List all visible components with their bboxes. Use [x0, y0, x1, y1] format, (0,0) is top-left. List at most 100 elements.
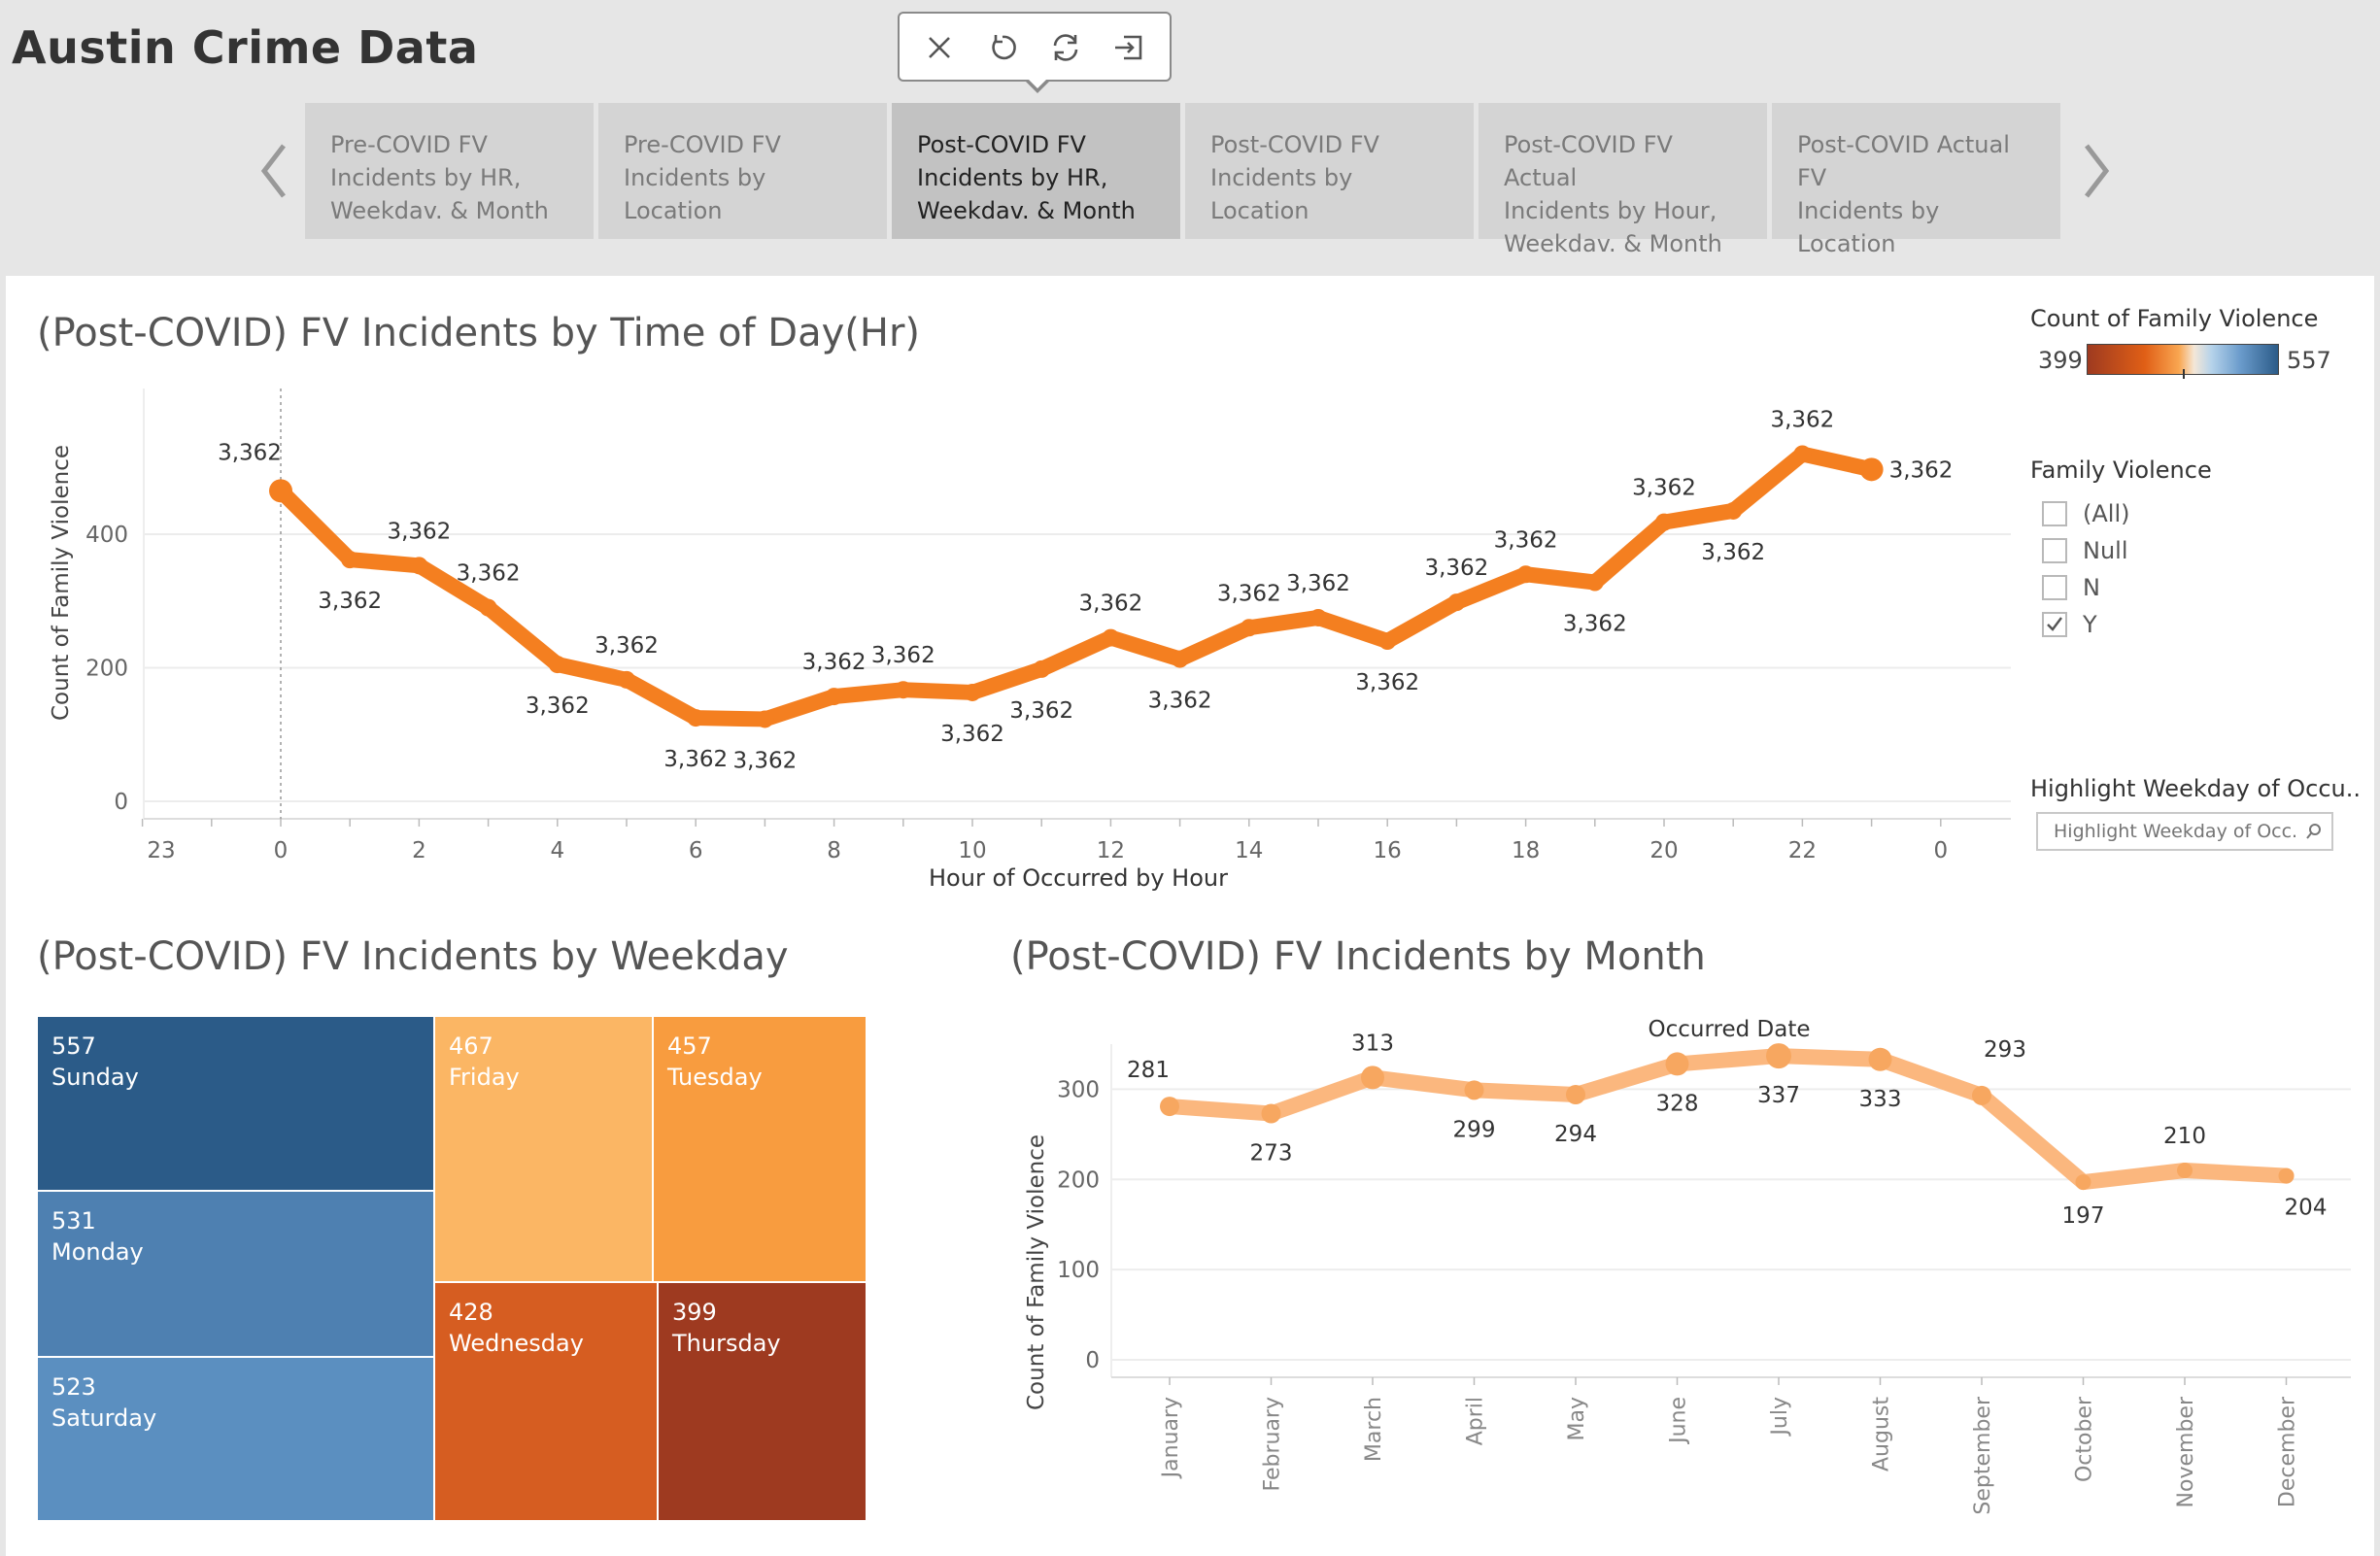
- prev-tab-arrow-icon[interactable]: [255, 140, 293, 202]
- hour-data-point: [1516, 565, 1535, 584]
- treemap-cell-saturday[interactable]: 523 Saturday: [37, 1357, 434, 1521]
- treemap-cell-thursday[interactable]: 399 Thursday: [658, 1282, 867, 1521]
- hour-data-point: [825, 688, 843, 706]
- month-data-label: 337: [1757, 1083, 1800, 1108]
- tab-pre-covid-location[interactable]: Pre-COVID FV Incidents by Location: [598, 103, 887, 239]
- color-legend-max: 557: [2287, 347, 2331, 374]
- filter-option-n[interactable]: N: [2042, 571, 2100, 604]
- hour-line-chart[interactable]: Count of Family Violence Hour of Occurre…: [0, 369, 2030, 913]
- treemap-cell-value: 457: [667, 1032, 712, 1060]
- filter-option-y[interactable]: Y: [2042, 608, 2097, 641]
- month-data-label: 299: [1453, 1117, 1496, 1142]
- next-tab-arrow-icon[interactable]: [2077, 140, 2116, 202]
- month-data-point: [1972, 1085, 1991, 1105]
- month-data-point: [1766, 1043, 1791, 1069]
- treemap-cell-friday[interactable]: 467 Friday: [434, 1016, 653, 1282]
- hour-data-point: [410, 557, 428, 575]
- hour-data-point: [1793, 445, 1812, 463]
- exit-button[interactable]: [1108, 27, 1149, 68]
- month-data-label: 293: [1984, 1037, 2026, 1063]
- tab-post-covid-hr[interactable]: Post-COVID FV Incidents by HR, Weekdav. …: [892, 103, 1180, 239]
- month-data-label: 273: [1250, 1141, 1293, 1167]
- tab-label-line: Incidents by HR,: [330, 164, 522, 191]
- month-data-label: 294: [1554, 1122, 1597, 1147]
- tab-label-line: Post-COVID FV: [1210, 131, 1379, 158]
- hour-data-point: [1378, 632, 1397, 650]
- month-data-label: 210: [2163, 1124, 2206, 1149]
- hour-y-tick: 0: [114, 790, 128, 815]
- hour-y-tick: 400: [85, 523, 128, 548]
- tab-label-line: Post-COVID FV: [917, 131, 1086, 158]
- hour-data-label: 3,362: [1217, 581, 1281, 606]
- hour-data-point: [1859, 457, 1884, 482]
- hour-x-tick: 8: [827, 838, 841, 863]
- hour-data-point: [756, 710, 774, 728]
- treemap-cell-monday[interactable]: 531 Monday: [37, 1191, 434, 1357]
- treemap-cell-value: 523: [51, 1373, 96, 1401]
- hour-data-label: 3,362: [526, 693, 590, 719]
- undo-button[interactable]: [982, 27, 1023, 68]
- close-button[interactable]: [919, 27, 960, 68]
- month-data-label: 328: [1656, 1091, 1699, 1116]
- month-y-tick: 0: [1085, 1348, 1100, 1373]
- tab-label-line: Incidents by HR,: [917, 164, 1108, 191]
- filter-option-null[interactable]: Null: [2042, 534, 2128, 567]
- filter-option-all[interactable]: (All): [2042, 497, 2129, 530]
- weekday-treemap[interactable]: 557 Sunday 531 Monday 523 Saturday 467 Friday 45…: [37, 1016, 867, 1521]
- color-legend-marker: [2183, 369, 2185, 379]
- treemap-cell-label: Tuesday: [667, 1064, 763, 1091]
- hour-data-label: 3,362: [1889, 457, 1954, 483]
- treemap-cell-tuesday[interactable]: 457 Tuesday: [653, 1016, 867, 1282]
- tab-label-line: Incidents by Location: [1797, 197, 1940, 257]
- close-icon: [929, 37, 950, 58]
- highlight-search-input[interactable]: [2036, 812, 2333, 851]
- treemap-cell-sunday[interactable]: 557 Sunday: [37, 1016, 434, 1191]
- tab-post-covid-actual-hr[interactable]: Post-COVID FV Actual Incidents by Hour, …: [1479, 103, 1767, 257]
- month-line-chart[interactable]: Occurred Date Count of Family Violence 0…: [1010, 1010, 2370, 1554]
- hour-data-point: [1102, 628, 1120, 647]
- hour-data-label: 3,362: [1009, 698, 1073, 724]
- month-data-point: [2177, 1163, 2193, 1178]
- hour-data-point: [479, 598, 497, 617]
- month-data-point: [1868, 1047, 1892, 1071]
- hour-y-axis-label: Count of Family Violence: [49, 445, 74, 721]
- checkbox[interactable]: [2042, 501, 2067, 526]
- hour-data-label: 3,362: [318, 589, 382, 614]
- hour-data-point: [269, 479, 292, 503]
- hour-data-point: [618, 670, 635, 689]
- checkbox[interactable]: [2042, 538, 2067, 563]
- hour-x-tick: 0: [1933, 838, 1948, 863]
- tab-pre-covid-hr[interactable]: Pre-COVID FV Incidents by HR, Weekdav. &…: [305, 103, 594, 239]
- hour-x-tick: 18: [1512, 838, 1540, 863]
- treemap-cell-value: 557: [51, 1032, 96, 1060]
- tab-label-line: Weekdav. & Month: [1504, 230, 1722, 257]
- hour-data-label: 3,362: [940, 722, 1004, 747]
- month-data-point: [1261, 1103, 1281, 1124]
- refresh-button[interactable]: [1045, 27, 1086, 68]
- hour-data-label: 3,362: [595, 633, 659, 659]
- month-x-tick: May: [1565, 1397, 1589, 1440]
- treemap-cell-wednesday[interactable]: 428 Wednesday: [434, 1282, 658, 1521]
- hour-x-tick: 20: [1649, 838, 1678, 863]
- search-icon[interactable]: [2304, 822, 2324, 841]
- checkbox[interactable]: [2042, 575, 2067, 600]
- checkbox-checked[interactable]: [2042, 612, 2067, 637]
- month-x-tick: February: [1261, 1397, 1285, 1492]
- month-data-label: 204: [2285, 1196, 2328, 1221]
- app-title: Austin Crime Data: [12, 21, 479, 74]
- hour-data-label: 3,362: [1563, 612, 1627, 637]
- color-legend-min: 399: [2038, 347, 2083, 374]
- month-data-point: [1464, 1080, 1484, 1100]
- tab-post-covid-actual-location[interactable]: Post-COVID Actual FV Incidents by Locati…: [1772, 103, 2060, 257]
- tab-label-line: Pre-COVID FV: [624, 131, 781, 158]
- month-data-point: [1566, 1085, 1585, 1104]
- hour-data-label: 3,362: [802, 650, 867, 675]
- hour-data-point: [687, 709, 705, 727]
- treemap-cell-label: Monday: [51, 1238, 144, 1266]
- filter-option-label: N: [2083, 574, 2100, 601]
- tab-post-covid-location[interactable]: Post-COVID FV Incidents by Location: [1185, 103, 1474, 239]
- treemap-cell-label: Friday: [449, 1064, 520, 1091]
- toolbar-pointer-inner: [1027, 78, 1048, 88]
- checkmark-icon: [2047, 617, 2062, 631]
- month-y-tick: 200: [1057, 1167, 1100, 1193]
